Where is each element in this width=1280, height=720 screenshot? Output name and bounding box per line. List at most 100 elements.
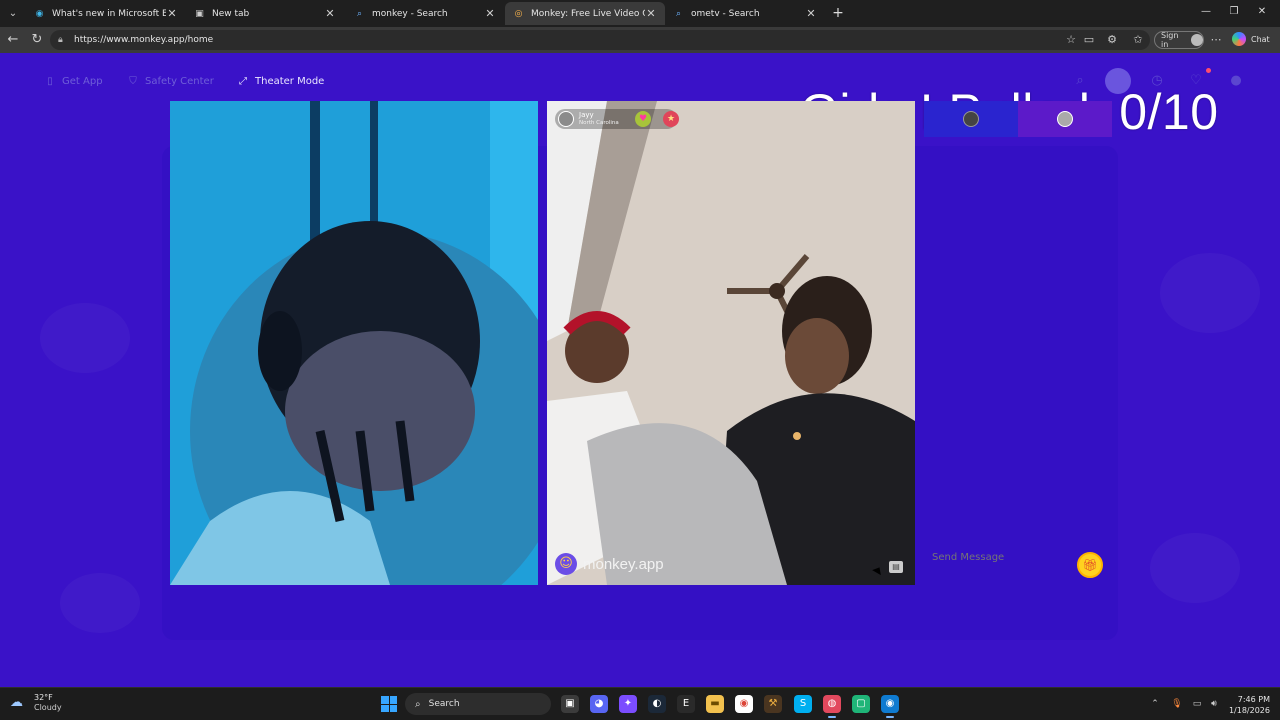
split-screen-icon[interactable]: ▭	[1082, 33, 1096, 47]
display-icon[interactable]: ▭	[1191, 698, 1203, 710]
steam-icon[interactable]: ◐	[648, 695, 666, 713]
close-icon[interactable]: ✕	[166, 7, 178, 20]
close-icon[interactable]: ✕	[805, 7, 817, 20]
taskbar-search-label: Search	[428, 699, 460, 709]
minimize-icon[interactable]: —	[1196, 6, 1216, 20]
background-decoration	[40, 303, 130, 373]
watermark-text: monkey.app	[583, 555, 664, 573]
background-decoration	[60, 573, 140, 633]
back-arrow-icon[interactable]: ←	[5, 32, 21, 48]
address-bar: ← ↻ 🔒︎ https://www.monkey.app/home ☆ ▭ ⚙…	[0, 27, 1280, 53]
chat-tab-peer[interactable]	[1018, 101, 1112, 137]
self-video-feed	[170, 101, 538, 585]
weather-temp: 32°F	[34, 693, 53, 702]
copilot-chat-button[interactable]: Chat	[1232, 32, 1270, 46]
edge-taskbar-icon[interactable]: ◉	[881, 695, 899, 718]
peer-location: North Carolina	[579, 120, 619, 126]
browser-tab-active[interactable]: ◎ Monkey: Free Live Video Chat ✕	[505, 2, 665, 25]
peer-name: Jayy	[579, 111, 594, 119]
peer-names: Jayy North Carolina	[579, 111, 619, 127]
heart-icon[interactable]: ♥	[635, 111, 651, 127]
gift-icon[interactable]: 🎁︎	[1077, 552, 1103, 578]
shield-icon: ⛉	[129, 75, 137, 87]
chat-tab-self[interactable]	[924, 101, 1018, 137]
report-icon[interactable]: ▤	[889, 561, 903, 573]
discord-icon[interactable]: ◕	[590, 695, 608, 713]
chat-panel: 🎁︎	[924, 101, 1112, 585]
monkey-watermark: ☺ monkey.app	[555, 553, 664, 575]
notification-dot	[1206, 68, 1211, 73]
peer-info-badge[interactable]: Jayy North Carolina ♥ ★	[555, 109, 679, 129]
send-message-input[interactable]	[932, 549, 1072, 565]
get-app-label: Get App	[62, 75, 103, 87]
tab-list-chevron-icon[interactable]: ⌄	[4, 5, 22, 22]
epic-games-icon[interactable]: E	[677, 695, 695, 713]
file-explorer-icon[interactable]: ▬	[706, 695, 724, 713]
tray-chevron-up-icon[interactable]: ⌃	[1149, 698, 1161, 710]
browser-tab-bar: ⌄ ◉ What's new in Microsoft Edge ✕ ▣ New…	[0, 0, 1280, 27]
restore-icon[interactable]: ❐	[1224, 6, 1244, 20]
system-clock[interactable]: 7:46 PM 1/18/2026	[1226, 694, 1270, 716]
search-icon: ⌕	[675, 8, 682, 19]
refresh-icon[interactable]: ↻	[29, 32, 45, 48]
browser-tab[interactable]: ◉ What's new in Microsoft Edge ✕	[26, 2, 186, 25]
clock-date: 1/18/2026	[1228, 706, 1270, 715]
peer-video-image	[547, 101, 915, 585]
chat-tabs	[924, 101, 1112, 137]
tab-title: ometv - Search	[691, 8, 760, 19]
windows-taskbar: ☁ 32°F Cloudy ⌕ Search ▣ ◕ ✦ ◐ E ▬ ◉ ⚒ S…	[0, 687, 1280, 720]
close-icon[interactable]: ✕	[484, 7, 496, 20]
volume-icon[interactable]: 🔊︎	[1208, 698, 1220, 710]
taskbar-search[interactable]: ⌕ Search	[405, 693, 551, 715]
task-view-icon[interactable]: ▣	[561, 695, 579, 713]
sign-in-button[interactable]: Sign in	[1154, 31, 1204, 49]
microphone-icon[interactable]: 🎙︎	[1171, 698, 1183, 710]
background-decoration	[1150, 533, 1240, 603]
more-options-icon[interactable]: ⋯	[1209, 33, 1223, 47]
tab-title: monkey - Search	[372, 8, 448, 19]
background-decoration	[1160, 253, 1260, 333]
browser-tab[interactable]: ⌕ monkey - Search ✕	[346, 2, 504, 25]
chrome-icon[interactable]: ◉	[735, 695, 753, 713]
gift-badge-icon[interactable]: ★	[663, 111, 679, 127]
cloud-icon: ☁	[10, 695, 23, 710]
browser-tab[interactable]: ▣ New tab ✕	[186, 2, 344, 25]
weather-widget[interactable]: ☁ 32°F Cloudy	[10, 693, 62, 713]
profile-avatar-icon	[1191, 34, 1203, 46]
peer-avatar	[558, 111, 574, 127]
theater-mode-label: Theater Mode	[255, 75, 325, 87]
self-video-image	[170, 101, 538, 585]
windows-start-icon[interactable]	[381, 696, 397, 712]
new-tab-plus-icon[interactable]: +	[830, 5, 846, 21]
phone-icon: ▯	[47, 75, 53, 87]
chat-label: Chat	[1251, 34, 1270, 44]
window-close-icon[interactable]: ✕	[1252, 6, 1272, 20]
safety-center-label: Safety Center	[145, 75, 214, 87]
browser-tab[interactable]: ⌕ ometv - Search ✕	[665, 2, 825, 25]
skype-icon[interactable]: S	[794, 695, 812, 713]
game-app-icon[interactable]: ⚒	[764, 695, 782, 713]
safety-center-link[interactable]: ⛉ Safety Center	[127, 75, 214, 87]
close-icon[interactable]: ✕	[645, 7, 657, 20]
self-avatar	[963, 111, 979, 127]
url-field[interactable]: 🔒︎ https://www.monkey.app/home	[50, 30, 1150, 50]
peer-avatar	[1057, 111, 1073, 127]
streamlabs-icon[interactable]: ▢	[852, 695, 870, 713]
tab-title: New tab	[212, 8, 250, 19]
copilot-app-icon[interactable]: ✦	[619, 695, 637, 713]
copilot-icon	[1232, 32, 1246, 46]
favorites-icon[interactable]: ✩	[1131, 33, 1145, 47]
get-app-link[interactable]: ▯ Get App	[44, 75, 103, 87]
theater-mode-button[interactable]: ⤢ Theater Mode	[237, 75, 324, 87]
weather-condition: Cloudy	[34, 703, 62, 712]
tab-title: Monkey: Free Live Video Chat	[531, 8, 645, 19]
favorite-star-icon[interactable]: ☆	[1064, 33, 1078, 47]
menu-icon[interactable]: ●	[1227, 72, 1245, 90]
url-text: https://www.monkey.app/home	[74, 35, 214, 45]
extensions-icon[interactable]: ⚙	[1105, 33, 1119, 47]
obs-icon[interactable]: ◍	[823, 695, 841, 718]
sign-in-label: Sign in	[1161, 31, 1179, 49]
edge-icon: ◉	[35, 8, 44, 19]
expand-icon: ⤢	[239, 75, 247, 87]
close-icon[interactable]: ✕	[324, 7, 336, 20]
